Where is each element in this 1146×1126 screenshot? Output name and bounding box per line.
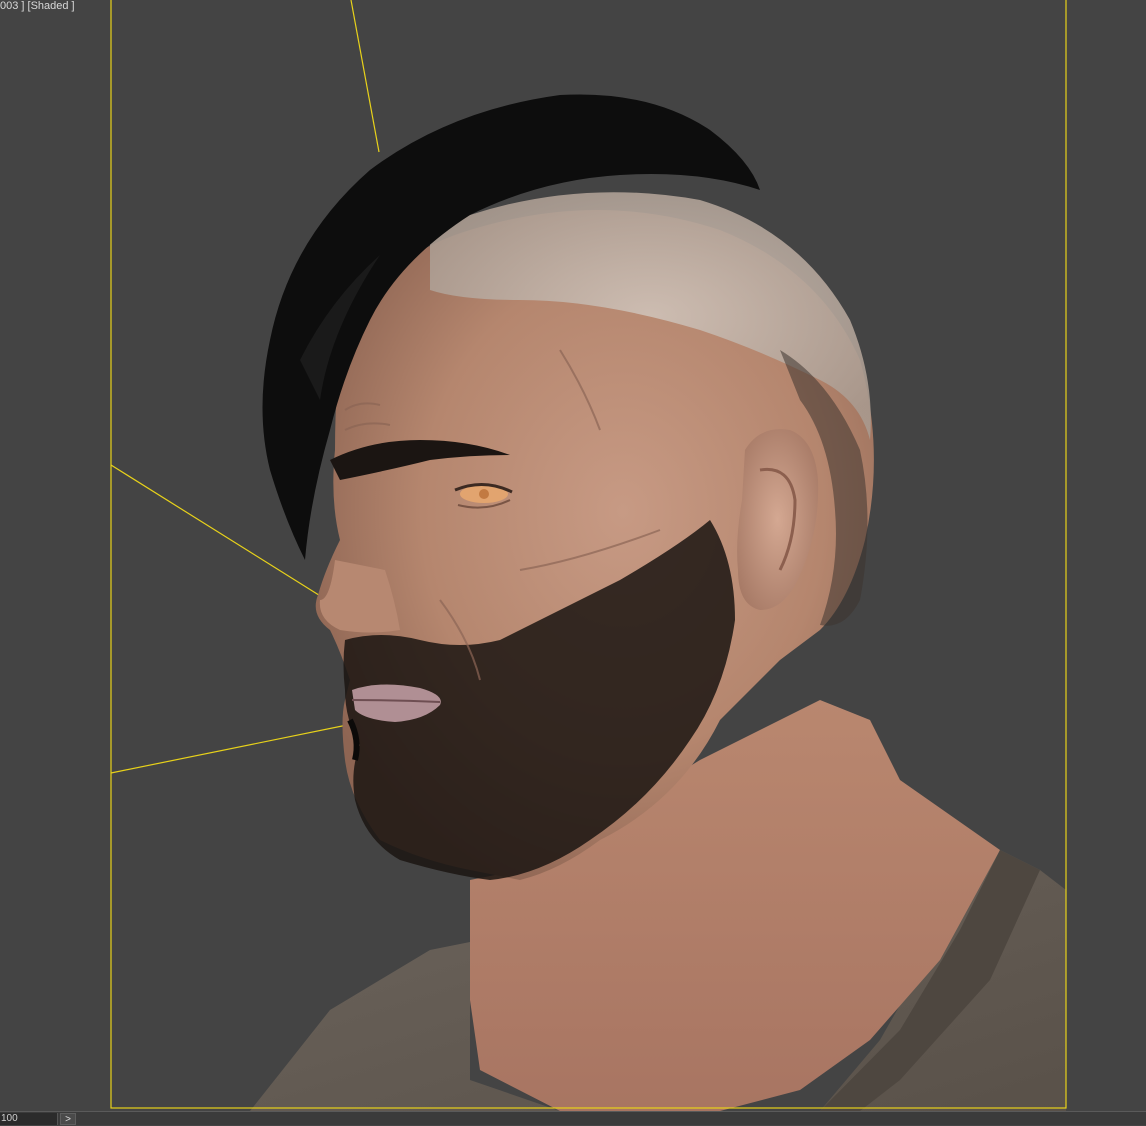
frame-field[interactable]: 100 xyxy=(0,1113,58,1125)
next-frame-button[interactable]: > xyxy=(60,1113,76,1125)
viewport-label[interactable]: 003 ] [Shaded ] xyxy=(0,0,75,13)
timeline-bar: 100 > xyxy=(0,1111,1146,1125)
3d-viewport[interactable]: 003 ] [Shaded ] xyxy=(0,0,1146,1111)
render-scene xyxy=(110,0,1067,1111)
